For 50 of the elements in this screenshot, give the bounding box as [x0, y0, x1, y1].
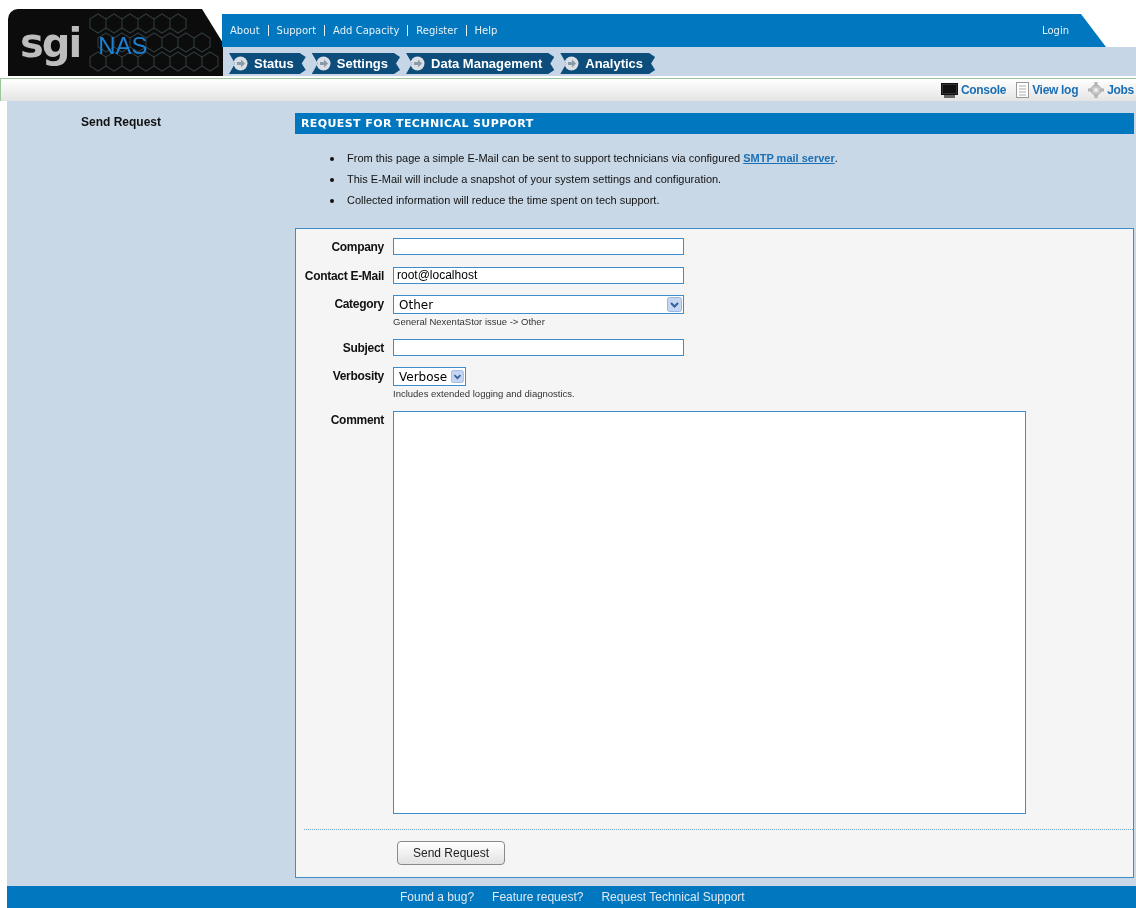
toolbar-link[interactable]: Jobs	[1088, 82, 1134, 98]
footer-link[interactable]: Feature request?	[492, 890, 584, 904]
field-label: Contact E-Mail	[303, 267, 384, 283]
dropdown[interactable]: Verbose	[393, 367, 466, 386]
nav-tab[interactable]: Status	[229, 53, 306, 74]
section-header: REQUEST FOR TECHNICAL SUPPORT	[295, 113, 1134, 134]
send-request-button[interactable]: Send Request	[397, 841, 505, 865]
gear-icon	[1088, 82, 1105, 98]
field-label: Category	[333, 296, 384, 311]
info-text: This E-Mail will include a snapshot of your system settings and configuration.	[347, 172, 722, 187]
arrow-circle-icon	[410, 56, 426, 71]
field-label: Subject	[341, 339, 384, 355]
chevron-icon	[451, 369, 464, 384]
arrow-circle-icon	[564, 56, 580, 71]
arrow-circle-icon	[233, 56, 248, 71]
login-link[interactable]: Login	[1042, 25, 1069, 36]
footer-link[interactable]: Found a bug?	[400, 890, 475, 904]
document-icon	[1016, 82, 1030, 98]
sidebar-item[interactable]: Send Request	[81, 115, 161, 129]
field-label: Company	[330, 239, 384, 254]
comment-field[interactable]	[393, 410, 1026, 814]
bullet-icon	[330, 177, 334, 182]
info-text: Collected information will reduce the time spent on tech support.	[347, 193, 660, 208]
field-label: Verbosity	[331, 368, 384, 383]
footer-link[interactable]: Request Technical Support	[601, 890, 745, 904]
nav-tab[interactable]: Data Management	[406, 53, 555, 74]
nav-link[interactable]: Add Capacity	[333, 25, 400, 36]
chevron-icon	[667, 297, 682, 312]
field-hint: Includes extended logging and diagnostics.	[393, 388, 576, 399]
monitor-icon	[940, 82, 958, 98]
nav-link[interactable]: Help	[474, 25, 498, 36]
bullet-icon	[330, 156, 334, 161]
nav-tab[interactable]: Settings	[311, 53, 401, 74]
text-field[interactable]	[393, 338, 684, 356]
product-name: NAS	[98, 31, 148, 60]
text-field[interactable]: root@localhost	[393, 266, 684, 284]
info-text: From this page a simple E-Mail can be sent to support technicians via configured SMTP mail server.	[347, 151, 838, 166]
field-hint: General NexentaStor issue -> Other	[393, 316, 546, 327]
smtp-link[interactable]: SMTP mail server	[743, 152, 835, 164]
bullet-icon	[330, 198, 334, 203]
toolbar-link[interactable]: View log	[1016, 82, 1079, 98]
nav-link[interactable]: About	[230, 25, 260, 36]
toolbar-link[interactable]: Console	[940, 82, 1007, 98]
arrow-circle-icon	[315, 56, 331, 71]
nav-link[interactable]: Support	[276, 25, 317, 36]
text-field[interactable]	[393, 238, 684, 255]
field-label: Comment	[329, 411, 384, 427]
dropdown[interactable]: Other	[393, 295, 684, 314]
nav-link[interactable]: Register	[416, 25, 458, 36]
nav-tab[interactable]: Analytics	[560, 53, 656, 74]
